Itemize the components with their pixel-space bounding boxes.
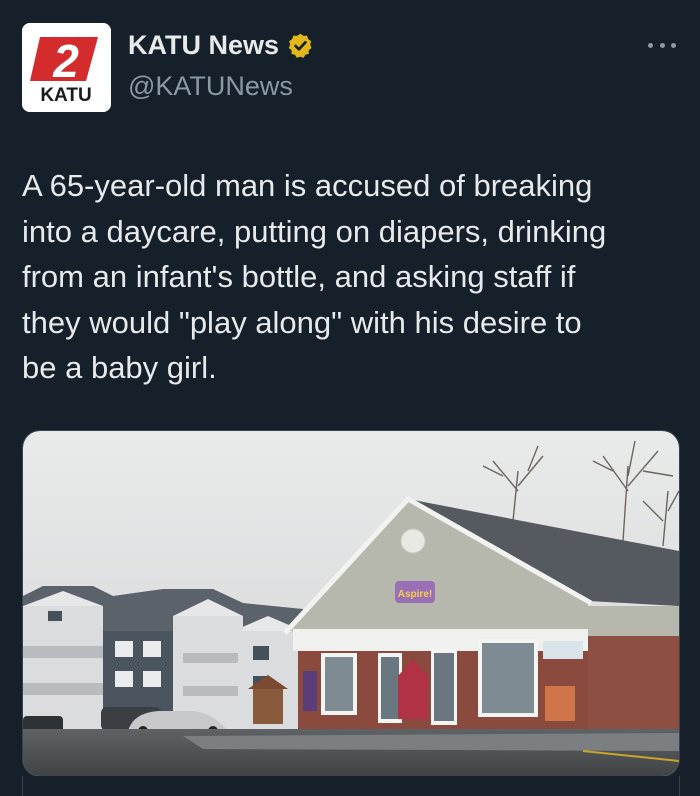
katu-logo: 2 KATU [22,23,111,112]
more-dot [648,42,653,48]
daycare-photo: Aspire! [23,431,679,776]
author-name-text[interactable]: KATU News [128,30,279,61]
media-bottom-edge [22,776,680,796]
verified-badge-icon [288,33,312,58]
more-dot [659,42,665,48]
logo-number: 2 [52,35,79,87]
daycare-sign: Aspire! [398,589,432,600]
avatar[interactable]: 2 KATU [22,23,111,112]
more-options-icon[interactable] [648,38,676,52]
author-name[interactable]: KATU News [128,30,314,61]
logo-text: KATU [40,85,91,106]
more-dot [671,42,676,48]
tweet-text: A 65-year-old man is accused of breaking… [22,168,607,385]
tweet-media-image[interactable]: Aspire! [22,430,680,777]
author-handle[interactable]: @KATUNews [128,71,293,102]
